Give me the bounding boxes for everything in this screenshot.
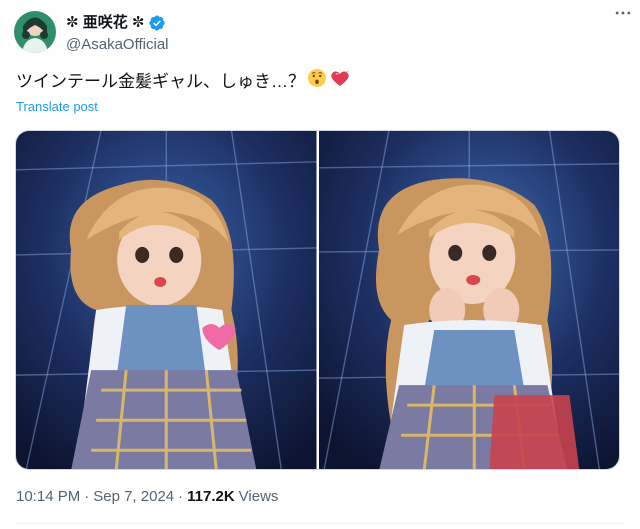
post-text: ツインテール金髪ギャル、しゅき…？ [16, 71, 305, 91]
author-handle[interactable]: @AsakaOfficial [66, 35, 169, 55]
meta-separator: · [84, 488, 90, 505]
translate-post-link[interactable]: Translate post [16, 99, 98, 114]
verified-badge-icon [148, 14, 166, 32]
tweet-header: ✼ 亜咲花 ✼ @AsakaOfficial [14, 11, 624, 55]
divider [16, 523, 624, 524]
heart-with-sparkle-icon [329, 68, 351, 95]
post-time[interactable]: 10:14 PM [16, 488, 80, 505]
photo-1[interactable] [16, 131, 317, 469]
avatar[interactable] [14, 11, 56, 53]
author-name-row: ✼ 亜咲花 ✼ [66, 13, 169, 32]
post-meta: 10:14 PM · Sep 7, 2024 · 117.2K Views [16, 488, 278, 505]
display-name[interactable]: ✼ 亜咲花 ✼ [66, 13, 144, 32]
post-date[interactable]: Sep 7, 2024 [93, 488, 174, 505]
more-horizontal-icon[interactable] [610, 0, 636, 26]
post-text-row: ツインテール金髪ギャル、しゅき…？ [16, 68, 351, 95]
views-label: Views [238, 488, 279, 505]
photo-2[interactable] [318, 131, 619, 469]
tweet-card: ✼ 亜咲花 ✼ @AsakaOfficial ツインテール金髪ギャル、しゅき…？ [0, 0, 640, 529]
media-grid [15, 130, 620, 470]
views-count: 117.2K [187, 488, 235, 505]
author-names[interactable]: ✼ 亜咲花 ✼ @AsakaOfficial [66, 13, 169, 55]
meta-separator: · [178, 488, 184, 505]
hushed-face-icon [307, 68, 327, 95]
